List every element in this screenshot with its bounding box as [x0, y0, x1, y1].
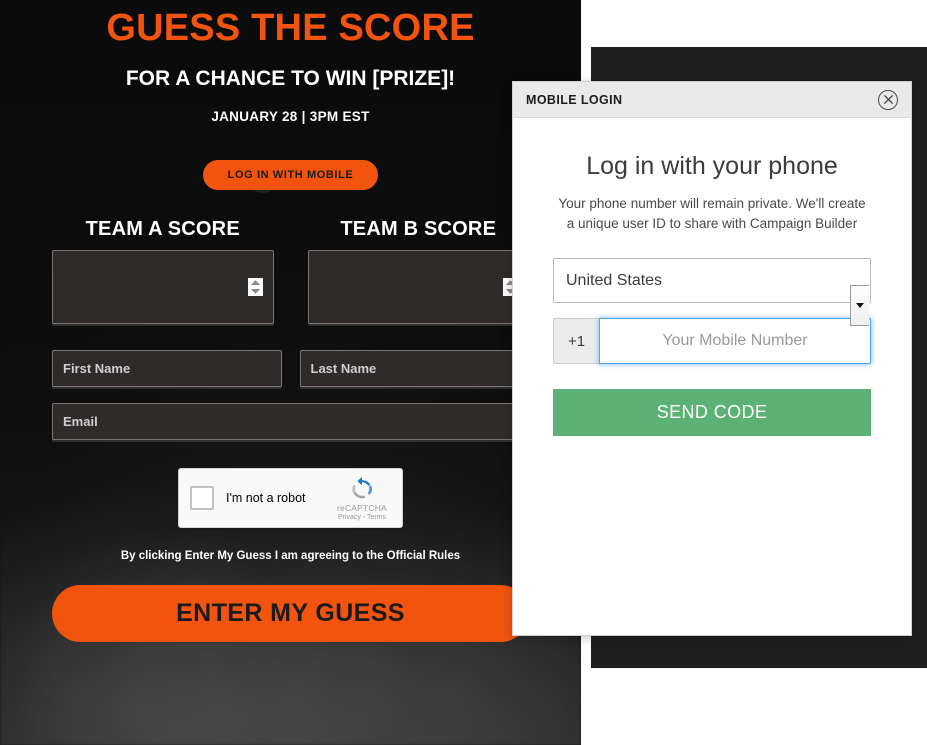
modal-header: MOBILE LOGIN — [513, 82, 911, 118]
close-icon[interactable] — [878, 89, 898, 110]
recaptcha-icon — [352, 476, 372, 499]
send-code-button[interactable]: SEND CODE — [553, 389, 871, 437]
recaptcha-wrapper: I'm not a robot reCAPTCHA Privacy - Term… — [52, 467, 529, 528]
recaptcha-brand-name: reCAPTCHA — [337, 502, 387, 513]
mobile-login-modal: MOBILE LOGIN Log in with your phone Your… — [512, 81, 912, 636]
log-in-with-mobile-button[interactable]: LOG IN WITH MOBILE — [202, 159, 379, 190]
page-subtitle: FOR A CHANCE TO WIN [PRIZE]! — [125, 66, 456, 90]
close-x-glyph — [883, 94, 893, 105]
team-scores-row: TEAM A SCORE TEAM B SCORE — [52, 218, 529, 324]
screenshot-root: GUESS THE SCORE FOR A CHANCE TO WIN [PRI… — [0, 0, 927, 745]
team-a-score-label: TEAM A SCORE — [85, 217, 240, 240]
recaptcha-widget[interactable]: I'm not a robot reCAPTCHA Privacy - Term… — [178, 467, 403, 528]
modal-description: Your phone number will remain private. W… — [558, 196, 866, 231]
caret-glyph — [856, 303, 864, 309]
recaptcha-checkbox[interactable] — [190, 485, 214, 510]
recaptcha-branding: reCAPTCHA Privacy - Terms — [331, 476, 393, 521]
recaptcha-privacy-terms-links[interactable]: Privacy - Terms — [331, 514, 393, 521]
modal-title: MOBILE LOGIN — [526, 92, 623, 107]
page-title: GUESS THE SCORE — [106, 7, 475, 49]
campaign-landing-page: GUESS THE SCORE FOR A CHANCE TO WIN [PRI… — [0, 0, 581, 745]
team-a-score-group: TEAM A SCORE — [52, 218, 274, 324]
enter-my-guess-button[interactable]: ENTER MY GUESS — [52, 584, 529, 642]
team-b-score-input[interactable] — [307, 249, 529, 324]
country-select-wrapper: United States — [553, 258, 871, 327]
last-name-input[interactable] — [299, 349, 529, 387]
dial-code-prefix: +1 — [553, 318, 599, 365]
modal-heading: Log in with your phone — [586, 152, 838, 180]
country-select[interactable]: United States — [553, 258, 871, 304]
team-b-score-label: TEAM B SCORE — [340, 217, 497, 240]
email-field-row — [52, 402, 529, 440]
recaptcha-label: I'm not a robot — [226, 490, 306, 505]
mobile-number-input[interactable] — [599, 318, 871, 365]
team-b-score-group: TEAM B SCORE — [307, 217, 529, 324]
first-name-input[interactable] — [52, 349, 282, 387]
event-date: JANUARY 28 | 3PM EST — [211, 108, 370, 124]
modal-body: Log in with your phone Your phone number… — [513, 118, 911, 437]
name-fields-row — [52, 349, 529, 387]
phone-number-row: +1 — [553, 318, 871, 365]
email-input[interactable] — [52, 402, 529, 440]
team-a-score-input[interactable] — [52, 249, 274, 324]
terms-disclaimer: By clicking Enter My Guess I am agreeing… — [120, 549, 461, 562]
login-mobile-row: LOG IN WITH MOBILE — [52, 159, 529, 193]
